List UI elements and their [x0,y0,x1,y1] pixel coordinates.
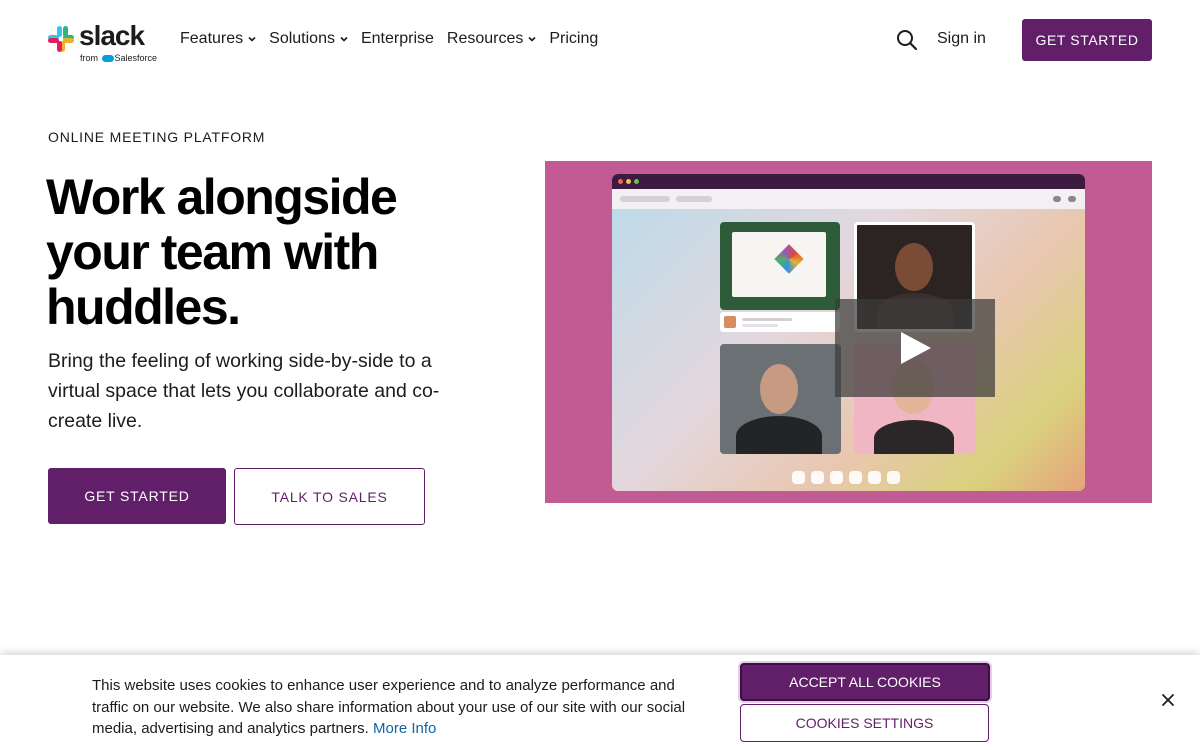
hero-title: Work alongside your team with huddles. [46,170,506,335]
sidebar-toggle-icon [1068,196,1076,202]
screen-share-icon [830,471,843,484]
grid-view-icon [1053,196,1061,202]
hero-subtitle: Bring the feeling of working side-by-sid… [48,350,440,432]
search-icon[interactable] [896,29,918,51]
nav-pricing[interactable]: Pricing [549,30,598,48]
play-icon [901,332,931,364]
hero-eyebrow: ONLINE MEETING PLATFORM [48,129,266,145]
nav-solutions-label: Solutions [269,30,335,47]
logo-sub-brand: Salesforce [114,53,158,63]
slack-logo-icon [48,26,74,52]
nav-solutions[interactable]: Solutions [269,30,348,48]
participant-body [736,416,822,454]
header-get-started-button[interactable]: GET STARTED [1022,19,1152,61]
site-header: slack from Salesforce Features Solutions… [0,0,1200,80]
cookies-settings-button[interactable]: COOKIES SETTINGS [740,704,989,742]
cookie-message: This website uses cookies to enhance use… [92,675,712,740]
participant-line [742,318,792,321]
sign-in-link[interactable]: Sign in [937,30,986,48]
window-titlebar [612,174,1085,189]
logo-wordmark: slack [79,20,145,51]
participant-face [895,243,933,291]
hero-get-started-button[interactable]: GET STARTED [48,468,226,524]
participant-avatar [724,316,736,328]
cookie-banner: This website uses cookies to enhance use… [0,655,1200,750]
nav-features[interactable]: Features [180,30,256,48]
nav-pricing-label: Pricing [549,30,599,47]
nav-resources-label: Resources [446,30,524,47]
chevron-down-icon [340,36,348,42]
huddle-controls [792,471,900,484]
mic-icon [792,471,805,484]
toolbar-pill [620,196,670,202]
chevron-down-icon [248,36,256,42]
nav-features-label: Features [180,30,244,47]
hero-title-line-3: huddles. [46,279,241,335]
app-window-illustration [612,174,1085,491]
more-info-link[interactable]: More Info [373,720,436,737]
window-minimize-dot [626,179,631,184]
logo-sub-from: from [80,53,98,63]
play-button[interactable] [835,299,995,397]
participant-card [720,312,840,332]
participant-face [760,364,798,414]
talk-to-sales-button[interactable]: TALK TO SALES [234,468,425,525]
toolbar-pill [676,196,712,202]
settings-icon [887,471,900,484]
nav-enterprise-label: Enterprise [360,30,434,47]
window-toolbar [612,189,1085,209]
window-close-dot [618,179,623,184]
main-nav: Features Solutions Enterprise Resources … [180,30,611,48]
slack-logo[interactable]: slack from Salesforce [48,20,157,64]
nav-resources[interactable]: Resources [447,30,536,48]
participant-body [874,420,954,454]
accept-all-cookies-button[interactable]: ACCEPT ALL COOKIES [740,663,990,701]
window-maximize-dot [634,179,639,184]
hero-title-line-1: Work alongside [46,169,398,225]
camera-icon [811,471,824,484]
draw-icon [868,471,881,484]
emoji-icon [849,471,862,484]
nav-enterprise[interactable]: Enterprise [361,30,434,48]
close-icon[interactable] [1160,692,1176,708]
participant-line [742,324,778,327]
video-tile-participant-2 [720,344,841,454]
chevron-down-icon [528,36,536,42]
salesforce-cloud-icon [101,55,114,63]
hero-title-line-2: your team with [46,224,379,280]
huddles-video[interactable] [545,161,1152,503]
logo-subtitle: from Salesforce [80,53,157,63]
shared-screen-tile [720,222,840,310]
